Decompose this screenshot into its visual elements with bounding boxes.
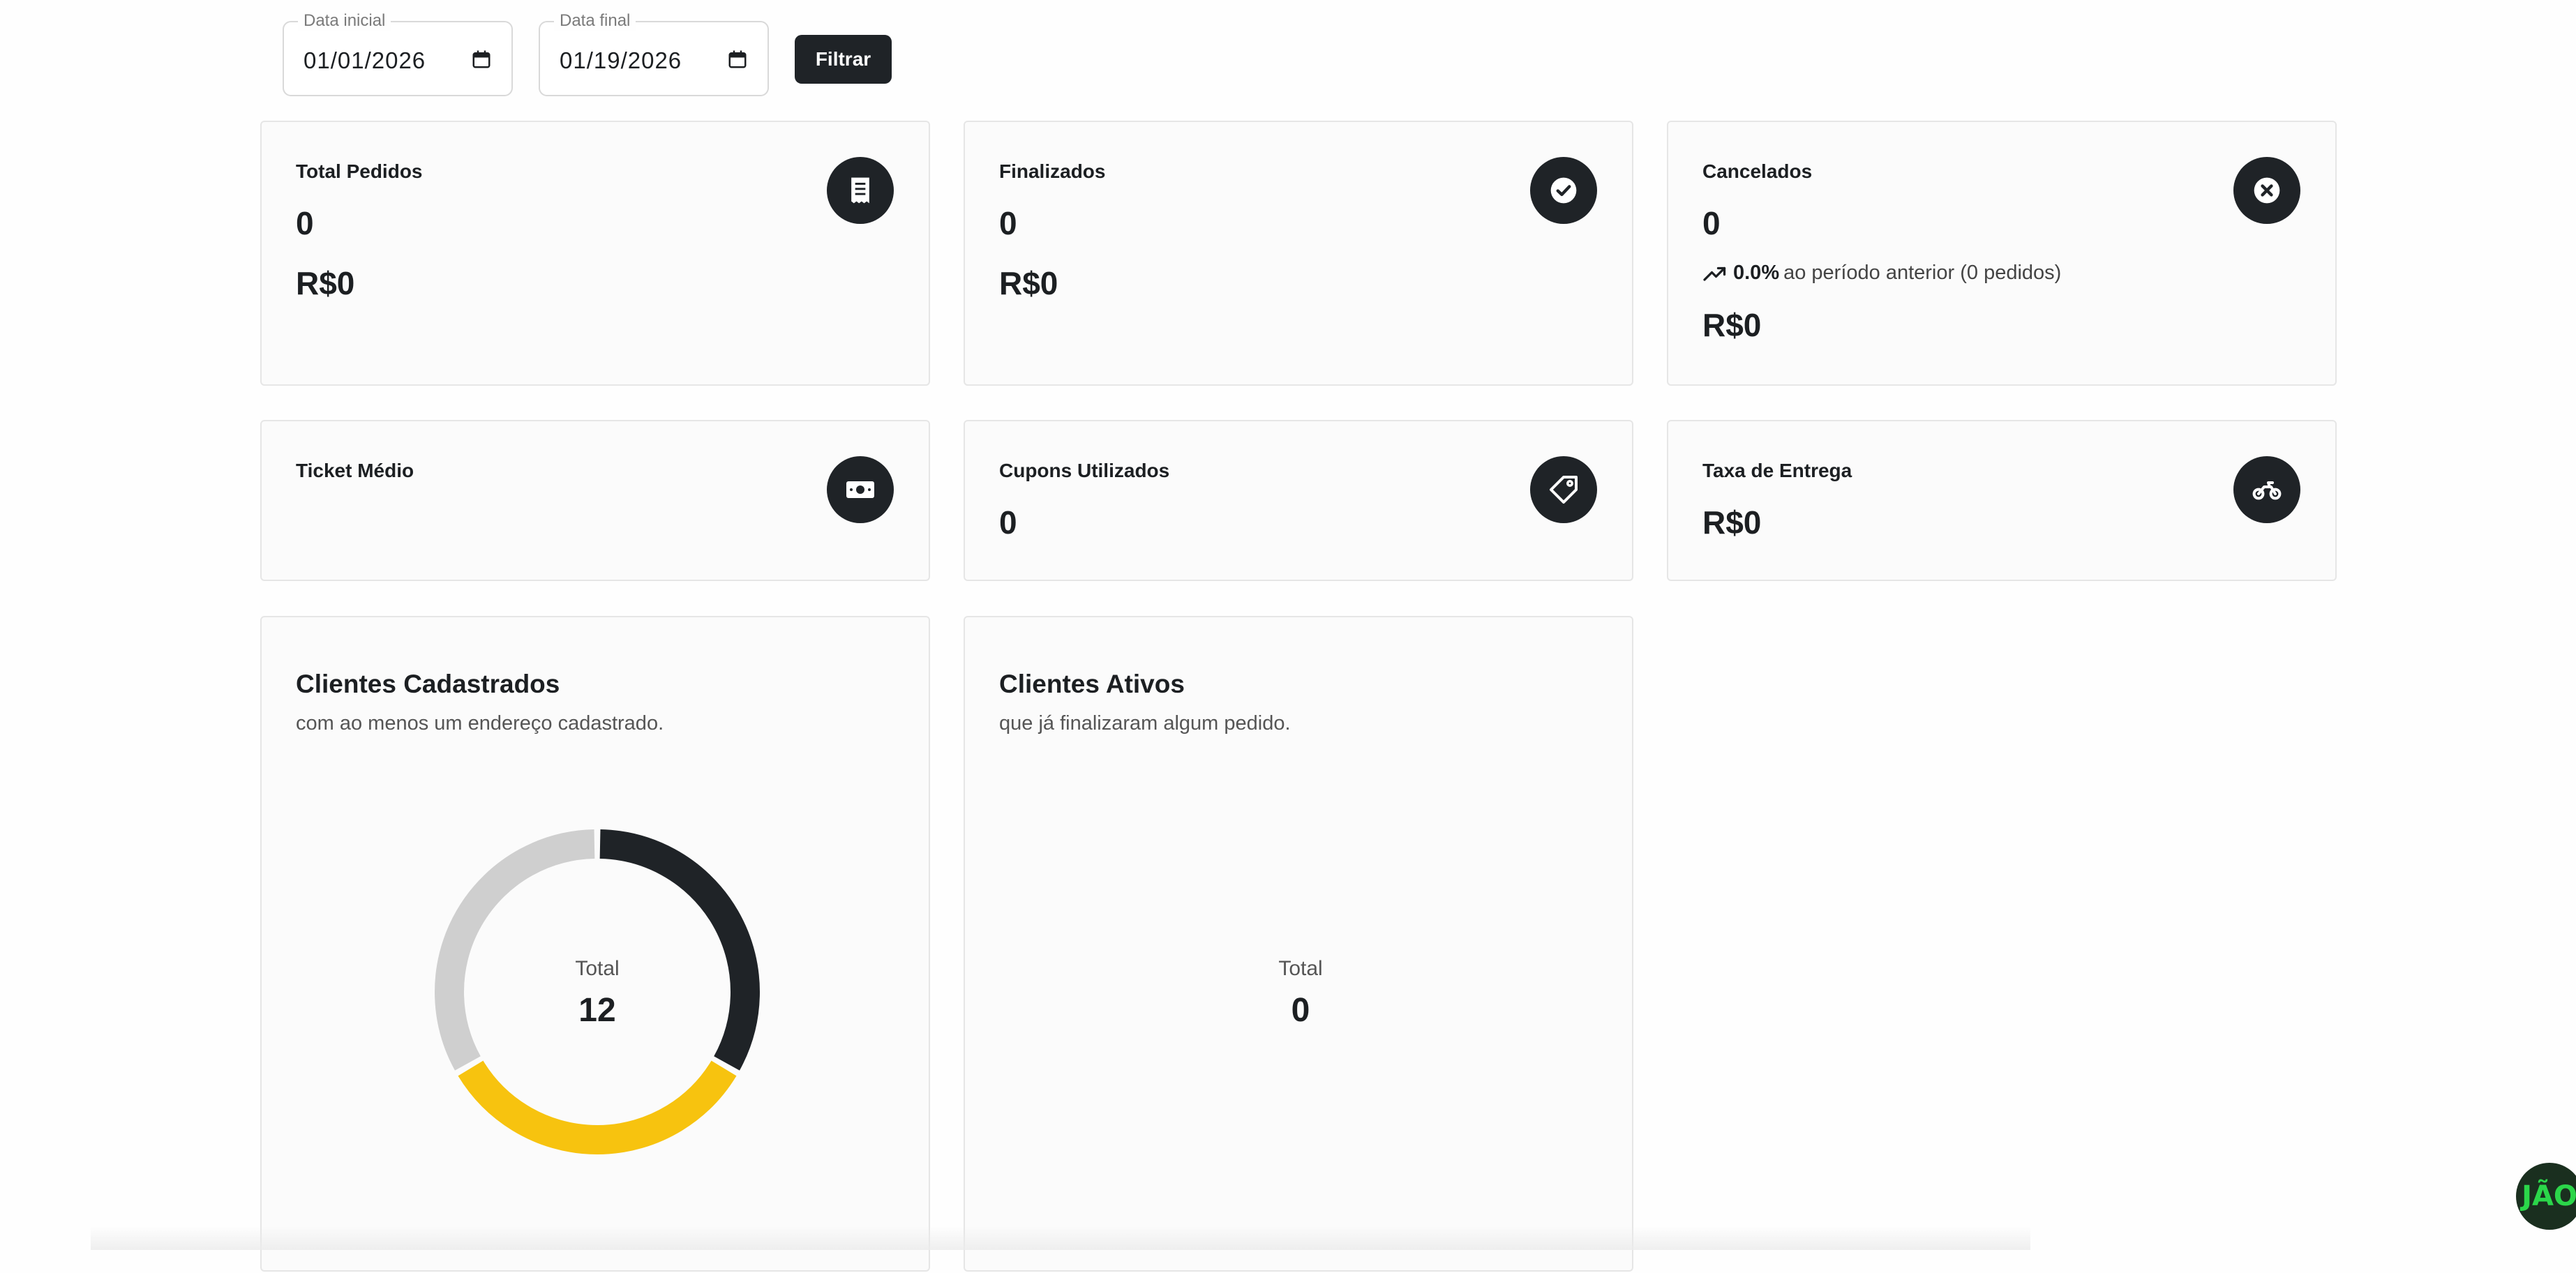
end-date-label: Data final [554,11,636,31]
card-title: Ticket Médio [296,460,414,481]
card-title: Clientes Ativos [999,670,1185,698]
trend-up-icon [1703,266,1726,281]
end-date-field[interactable]: Data final 01/19/2026 [539,11,769,96]
card-amount: R$0 [1702,504,1762,541]
card-taxa-de-entrega: Taxa de Entrega R$0 [1667,420,2337,581]
card-amount: R$0 [999,265,1058,301]
filter-button[interactable]: Filtrar [795,35,892,84]
brand-logo-badge[interactable]: JÃO [2516,1163,2576,1230]
start-date-label: Data inicial [298,11,391,31]
brand-logo-text: JÃO [2522,1180,2576,1212]
card-count: 0 [296,205,314,241]
card-count: 0 [999,205,1017,241]
tag-icon [1530,456,1597,523]
card-title: Cupons Utilizados [999,460,1170,481]
card-ticket-medio: Ticket Médio [260,420,930,581]
check-circle-icon [1530,157,1597,224]
donut-total-value: 12 [578,992,616,1029]
start-date-value[interactable]: 01/01/2026 [304,47,426,74]
x-circle-icon [2233,157,2300,224]
bottom-shadow [91,1226,2030,1250]
donut-total-label: Total [575,957,620,980]
card-clientes-ativos: Clientes Ativos que já finalizaram algum… [964,616,1633,1272]
donut-segment-3[interactable] [435,829,595,1071]
card-title: Finalizados [999,160,1106,182]
card-clientes-cadastrados: Clientes Cadastrados com ao menos um end… [260,616,930,1272]
trend-value: 0.0% [1733,262,1780,284]
card-finalizados: Finalizados 0 R$0 [964,121,1633,386]
end-date-value[interactable]: 01/19/2026 [560,47,682,74]
chart-total-label: Total [1278,957,1323,980]
card-title: Taxa de Entrega [1702,460,1852,481]
card-cupons-utilizados: Cupons Utilizados 0 [964,420,1633,581]
calendar-icon[interactable] [727,49,748,70]
trend-row: 0.0% ao período anterior (0 pedidos) [1702,262,2061,285]
card-count: 0 [999,504,1017,541]
trend-text: ao período anterior (0 pedidos) [1783,262,2062,284]
card-subtitle: que já finalizaram algum pedido. [999,712,1291,735]
card-title: Cancelados [1702,160,1813,182]
start-date-field[interactable]: Data inicial 01/01/2026 [283,11,513,96]
card-amount: R$0 [1702,307,1762,343]
donut-chart [435,829,760,1154]
card-cancelados: Cancelados 0 0.0% ao período anterior (0… [1667,121,2337,386]
donut-segment-2[interactable] [458,1060,737,1154]
banknote-icon [827,456,894,523]
calendar-icon[interactable] [471,49,492,70]
donut-segment-1[interactable] [599,829,760,1071]
card-amount: R$0 [296,265,355,301]
card-total-pedidos: Total Pedidos 0 R$0 [260,121,930,386]
card-title: Total Pedidos [296,160,423,182]
receipt-icon [827,157,894,224]
chart-total-value: 0 [1291,992,1310,1029]
motorcycle-icon [2233,456,2300,523]
card-count: 0 [1702,205,1721,241]
